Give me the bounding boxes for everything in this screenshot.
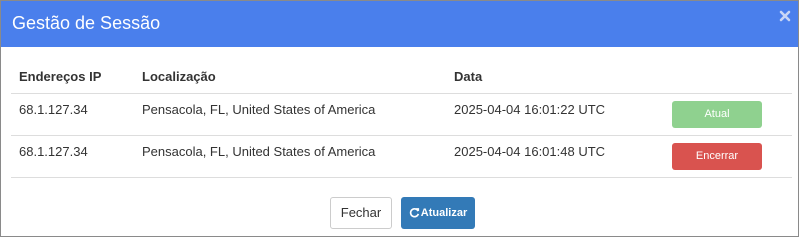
modal-header: Gestão de Sessão xyxy=(1,1,798,47)
cell-location: Pensacola, FL, United States of America xyxy=(134,93,446,136)
modal-title: Gestão de Sessão xyxy=(12,13,161,33)
table-row: 68.1.127.34 Pensacola, FL, United States… xyxy=(11,93,792,136)
sessions-table: Endereços IP Localização Data 68.1.127.3… xyxy=(11,60,792,178)
session-management-modal: Gestão de Sessão Endereços IP Localizaçã… xyxy=(0,0,799,237)
cell-action: Atual xyxy=(655,93,792,136)
refresh-label: Atualizar xyxy=(420,207,468,219)
close-icon xyxy=(779,10,791,22)
cell-ip: 68.1.127.34 xyxy=(11,93,134,136)
cell-ip: 68.1.127.34 xyxy=(11,135,134,178)
current-session-button: Atual xyxy=(672,101,762,128)
cell-date: 2025-04-04 16:01:22 UTC xyxy=(446,93,655,136)
end-session-button[interactable]: Encerrar xyxy=(672,143,762,170)
header-location: Localização xyxy=(134,60,446,94)
refresh-icon xyxy=(409,207,419,218)
header-date: Data xyxy=(446,60,655,94)
close-button[interactable] xyxy=(778,8,792,24)
table-row: 68.1.127.34 Pensacola, FL, United States… xyxy=(11,135,792,178)
header-ip: Endereços IP xyxy=(11,60,134,94)
header-action xyxy=(655,60,792,94)
refresh-button[interactable]: Atualizar xyxy=(401,197,475,229)
close-modal-button[interactable]: Fechar xyxy=(330,197,392,229)
cell-action: Encerrar xyxy=(655,135,792,178)
cell-date: 2025-04-04 16:01:48 UTC xyxy=(446,135,655,178)
cell-location: Pensacola, FL, United States of America xyxy=(134,135,446,178)
modal-footer: Fechar Atualizar xyxy=(1,197,798,229)
table-header-row: Endereços IP Localização Data xyxy=(11,60,792,94)
